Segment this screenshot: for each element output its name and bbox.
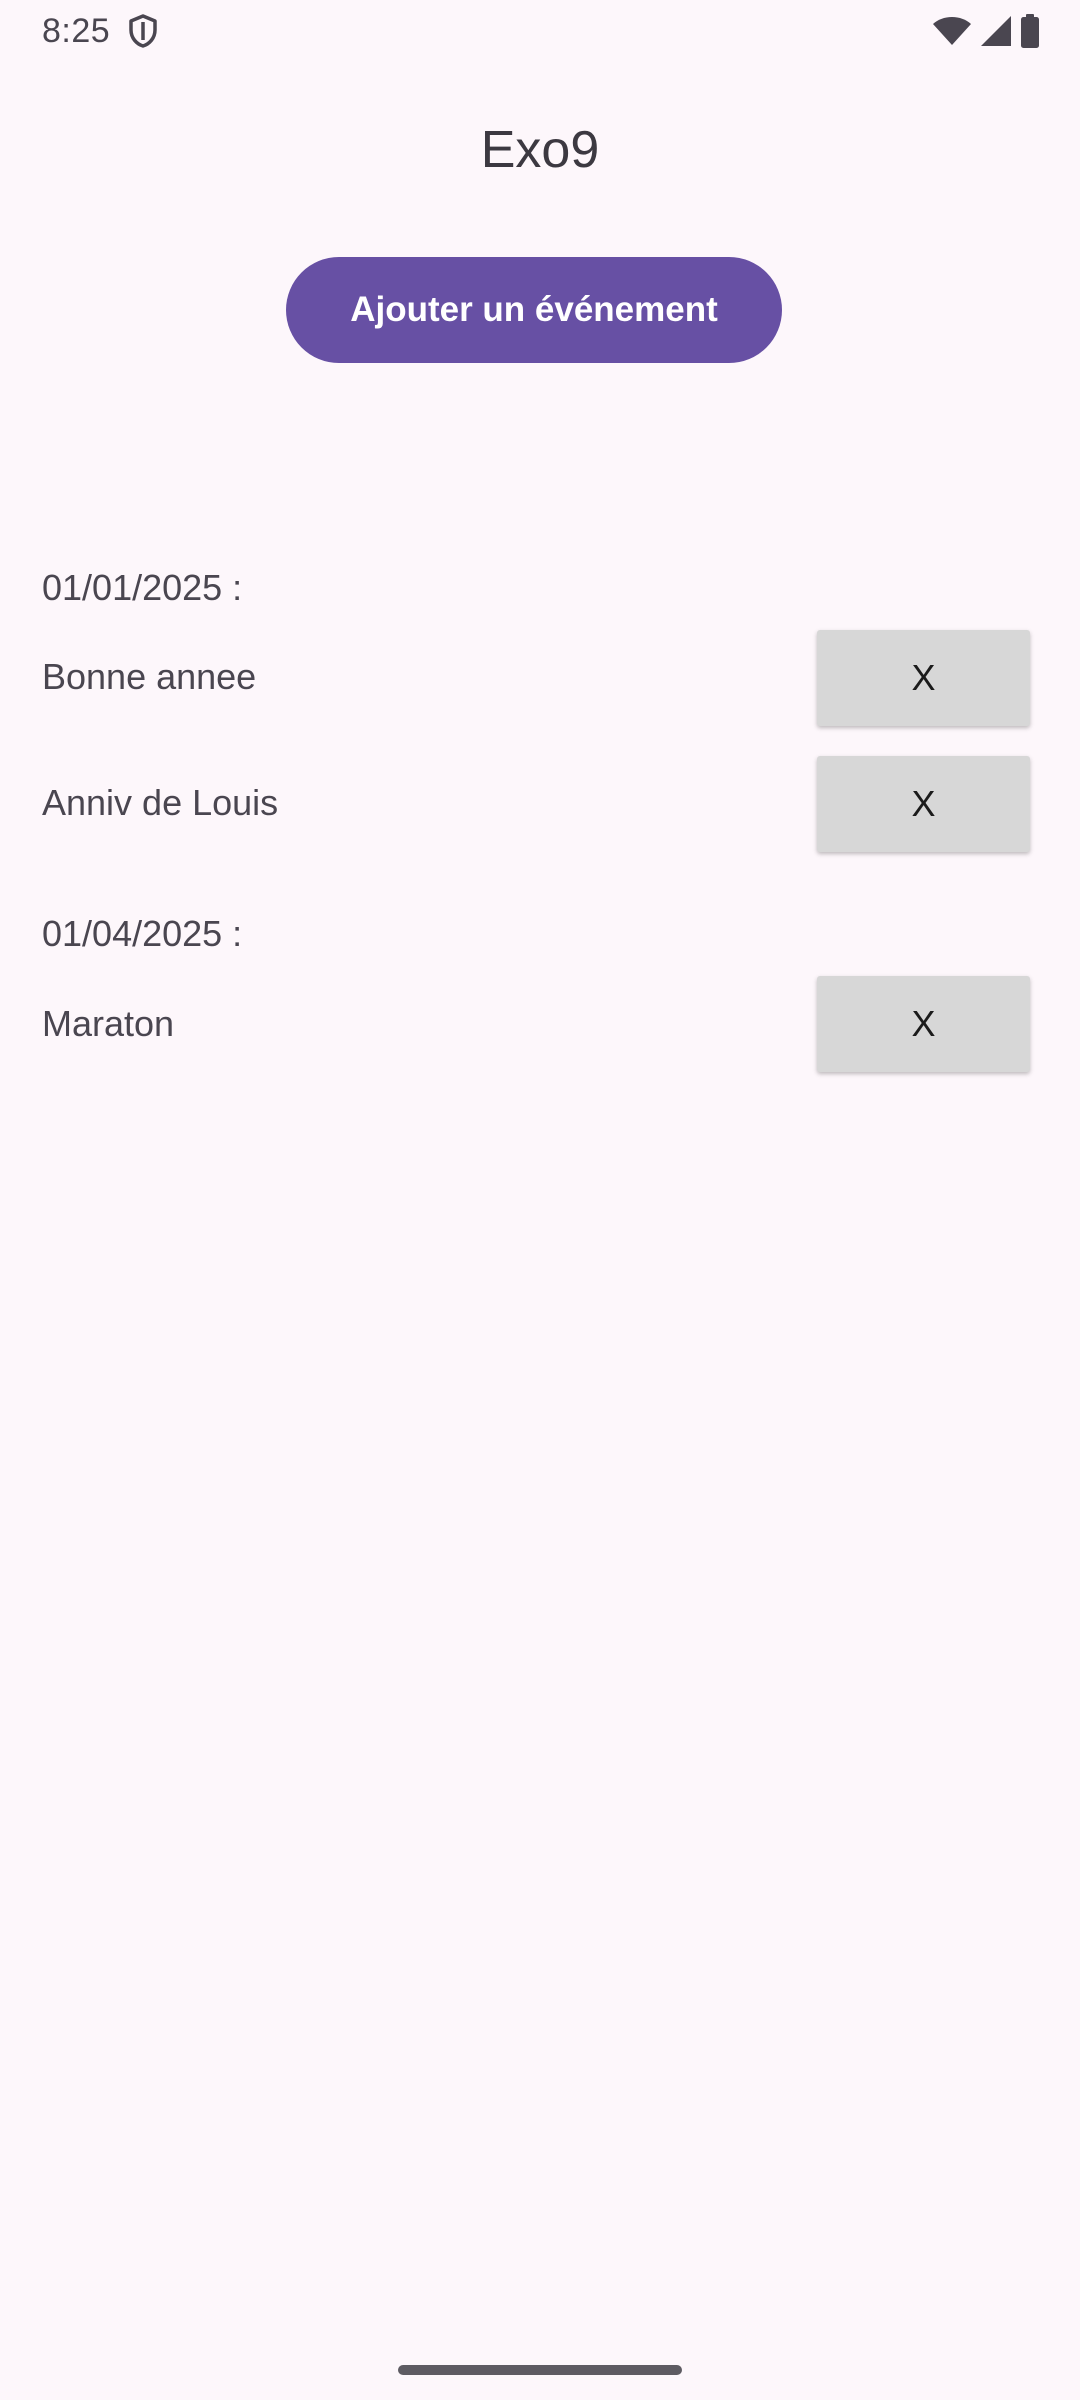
delete-event-button[interactable]: X xyxy=(817,630,1030,726)
page-title: Exo9 xyxy=(480,121,600,179)
shield-icon xyxy=(128,14,158,48)
delete-event-button[interactable]: X xyxy=(817,976,1030,1072)
event-name: Anniv de Louis xyxy=(42,782,279,823)
status-time: 8:25 xyxy=(42,12,111,50)
battery-icon xyxy=(1020,14,1040,48)
home-indicator[interactable] xyxy=(398,2365,682,2375)
wifi-icon xyxy=(932,16,972,46)
event-name: Maraton xyxy=(42,1003,175,1044)
status-icons xyxy=(932,14,1040,48)
status-bar: 8:25 xyxy=(0,0,1080,62)
cellular-signal-icon xyxy=(980,15,1012,47)
date-header: 01/01/2025 : xyxy=(42,567,243,608)
event-name: Bonne annee xyxy=(42,656,257,697)
add-event-button[interactable]: Ajouter un événement xyxy=(286,257,782,363)
date-header: 01/04/2025 : xyxy=(42,913,243,954)
delete-event-button[interactable]: X xyxy=(817,756,1030,852)
